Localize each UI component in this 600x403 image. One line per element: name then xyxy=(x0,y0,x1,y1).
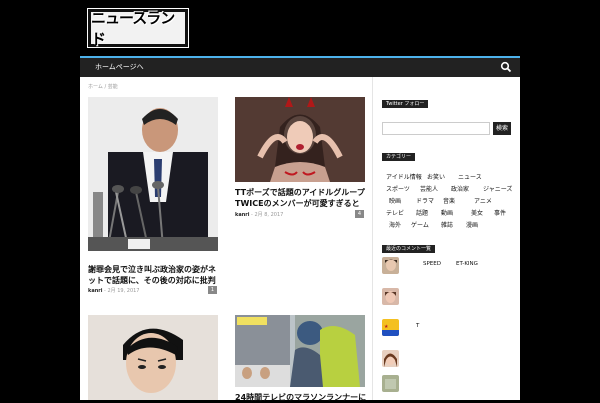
category-link[interactable]: 映画 xyxy=(389,196,401,205)
sidebar-divider xyxy=(372,77,373,400)
category-link[interactable]: テレビ xyxy=(386,208,404,217)
category-link[interactable]: 美女 xyxy=(471,208,483,217)
article-2-title[interactable]: TTポーズで話題のアイドルグループTWICEのメンバーが可愛すぎると話題に！ xyxy=(235,187,367,209)
category-link[interactable]: 話題 xyxy=(416,208,428,217)
article-4-title[interactable]: 24時間テレビのマラソンランナーに関するニュース xyxy=(235,392,367,403)
article-4-image[interactable] xyxy=(235,315,365,387)
category-link[interactable]: ドラマ xyxy=(416,196,434,205)
comment-avatar[interactable] xyxy=(382,288,399,305)
breadcrumb-current[interactable]: 芸能 xyxy=(108,84,118,90)
svg-text:★: ★ xyxy=(384,324,389,330)
sidebar-search-button[interactable]: 検索 xyxy=(493,122,511,135)
category-link[interactable]: 政治家 xyxy=(451,184,469,193)
categories-title: カテゴリー xyxy=(382,153,416,161)
category-link[interactable]: 雑誌 xyxy=(441,220,453,229)
category-link[interactable]: ジャニーズ xyxy=(483,184,512,193)
article-3-image[interactable] xyxy=(88,315,218,400)
comment-author[interactable]: T xyxy=(416,323,419,329)
content-area: ホーム / 芸能 謝罪会見で泣き叫ぶ政治家の姿がネットで話題に、その後の対応に批… xyxy=(80,77,520,403)
article-2-author[interactable]: kanri xyxy=(235,212,249,218)
comment-author[interactable]: SPEED xyxy=(423,261,441,267)
site-logo[interactable]: ニュースランド xyxy=(87,8,189,48)
category-link[interactable]: 芸能人 xyxy=(420,184,438,193)
article-1-title[interactable]: 謝罪会見で泣き叫ぶ政治家の姿がネットで話題に、その後の対応に批判が殺到している件… xyxy=(88,264,220,286)
twitter-widget-title: Twitter フォロー xyxy=(382,100,429,108)
category-link[interactable]: 動画 xyxy=(441,208,453,217)
article-2-date: 2月 8, 2017 xyxy=(254,212,284,218)
category-link[interactable]: 事件 xyxy=(494,208,506,217)
article-1-author[interactable]: kanri xyxy=(88,288,102,294)
article-2-comment-count[interactable]: 4 xyxy=(355,210,364,218)
category-link[interactable]: ニュース xyxy=(458,172,482,181)
sidebar-search-input[interactable] xyxy=(382,122,490,135)
search-icon[interactable] xyxy=(500,61,512,73)
category-link[interactable]: 音楽 xyxy=(443,196,455,205)
article-1-date: 2月 19, 2017 xyxy=(107,288,140,294)
recent-comments-title: 最近のコメント一覧 xyxy=(382,245,436,253)
comment-avatar[interactable] xyxy=(382,375,399,392)
comment-avatar[interactable] xyxy=(382,350,399,367)
article-1-meta: kanri - 2月 19, 2017 xyxy=(88,288,140,294)
category-link[interactable]: アイドル情報 xyxy=(386,172,422,181)
article-1-comment-count[interactable]: 1 xyxy=(208,286,217,294)
comment-avatar[interactable] xyxy=(382,257,399,274)
main-nav: ホームページへ xyxy=(80,56,520,77)
nav-home-link[interactable]: ホームページへ xyxy=(95,62,144,72)
article-2-image[interactable] xyxy=(235,97,365,182)
article-1-image[interactable] xyxy=(88,97,218,251)
comment-avatar[interactable]: ★ xyxy=(382,319,399,336)
category-link[interactable]: アニメ xyxy=(474,196,492,205)
article-2-meta: kanri - 2月 8, 2017 xyxy=(235,212,284,218)
logo-text: ニュースランド xyxy=(91,9,175,48)
breadcrumb-home[interactable]: ホーム xyxy=(88,84,103,90)
breadcrumb: ホーム / 芸能 xyxy=(88,84,118,90)
category-link[interactable]: 漫画 xyxy=(466,220,478,229)
category-link[interactable]: お笑い xyxy=(427,172,445,181)
category-link[interactable]: ゲーム xyxy=(411,220,429,229)
comment-post[interactable]: ET-KING xyxy=(456,261,478,267)
category-link[interactable]: 海外 xyxy=(389,220,401,229)
category-link[interactable]: スポーツ xyxy=(386,184,410,193)
